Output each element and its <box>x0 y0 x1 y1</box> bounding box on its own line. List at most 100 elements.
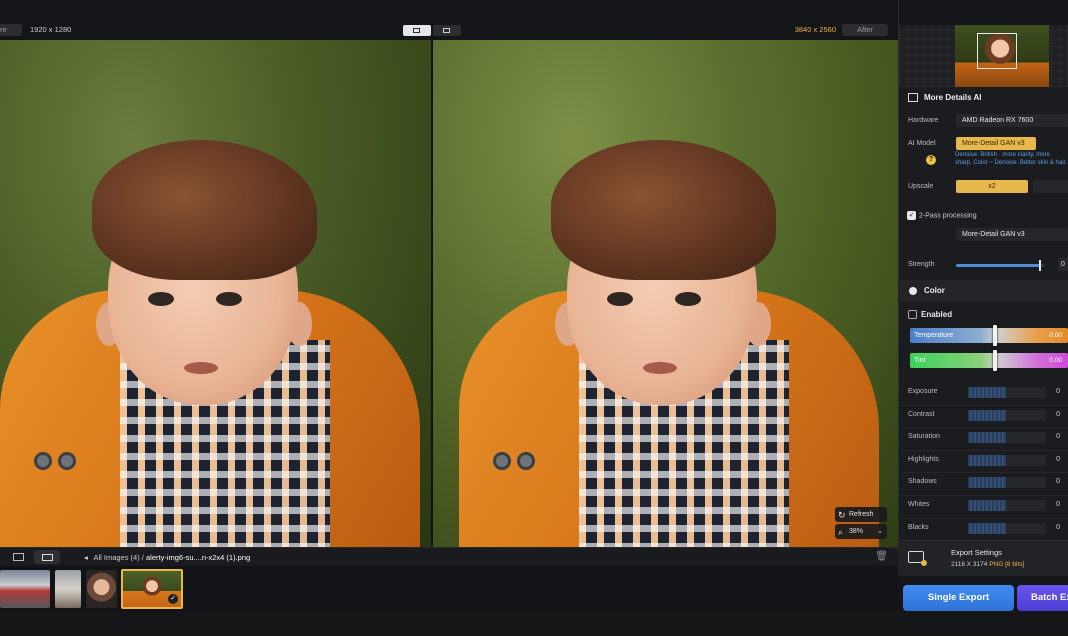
split-view-toggle[interactable] <box>403 25 431 36</box>
color-icon <box>909 287 917 295</box>
adjustment-value[interactable]: 0 <box>1048 388 1060 395</box>
thumbnail-selected[interactable]: ✓ <box>121 569 183 609</box>
more-details-header[interactable]: More Details AI <box>898 89 1068 107</box>
strength-label: Strength <box>908 261 935 268</box>
adjustment-value[interactable]: 0 <box>1048 411 1060 418</box>
single-export-button[interactable]: Single Export <box>903 585 1014 611</box>
ai-model-label: AI Model <box>908 140 936 147</box>
export-format: PNG <box>989 561 1004 568</box>
breadcrumb: ◂ All Images (4) / alerty-img6-su....n-x… <box>84 553 250 562</box>
module-icon <box>908 93 918 102</box>
after-resolution: 3840 x 2560 <box>794 25 836 34</box>
upscale-option[interactable] <box>1033 180 1068 193</box>
breadcrumb-separator: / <box>141 553 144 562</box>
back-arrow-icon[interactable]: ◂ <box>84 553 88 562</box>
before-image-pane[interactable] <box>0 40 431 547</box>
thumbnail[interactable] <box>86 570 117 608</box>
zoom-icon: ⌕ <box>838 527 844 537</box>
help-icon[interactable]: ? <box>926 155 936 165</box>
filmstrip-view-button[interactable] <box>34 550 60 564</box>
tint-handle[interactable] <box>993 350 997 371</box>
adjustment-label: Contrast <box>908 411 935 418</box>
adjustment-label: Shadows <box>908 478 937 485</box>
thumbnail[interactable] <box>0 570 50 608</box>
strength-slider-fill <box>956 264 1040 267</box>
adjustment-value[interactable]: 0 <box>1048 433 1060 440</box>
all-images-link[interactable]: All Images (4) <box>93 553 139 562</box>
export-settings-button[interactable]: Export Settings 2116 X 3174 PNG [8 bits] <box>898 540 1068 576</box>
adjustment-value[interactable]: 0 <box>1048 501 1060 508</box>
adjustment-label: Highlights <box>908 456 939 463</box>
chevron-down-icon: ⌄ <box>877 528 883 535</box>
adjustment-slider[interactable] <box>968 477 1046 488</box>
divider <box>900 405 1068 406</box>
side-by-side-icon <box>443 28 450 33</box>
temperature-slider[interactable]: Temperature 0.00 <box>910 325 1068 346</box>
after-tag[interactable]: After <box>842 24 888 36</box>
module-title: More Details AI <box>924 93 982 102</box>
hardware-label: Hardware <box>908 117 939 124</box>
grid-view-button[interactable] <box>5 550 31 564</box>
split-view-icon <box>413 28 420 33</box>
adjustment-slider[interactable] <box>968 387 1046 398</box>
divider <box>900 427 1068 428</box>
gallery-bar: ◂ All Images (4) / alerty-img6-su....n-x… <box>0 547 898 566</box>
tint-label: Tint <box>914 357 926 364</box>
check-icon: ✓ <box>168 594 178 604</box>
tint-slider[interactable]: Tint 0.00 <box>910 350 1068 371</box>
two-pass-checkbox[interactable]: ✓ 2-Pass processing <box>907 211 977 220</box>
adjustment-label: Exposure <box>908 388 938 395</box>
strength-slider[interactable] <box>956 260 1044 271</box>
adjustment-label: Blacks <box>908 524 929 531</box>
adjustment-value[interactable]: 0 <box>1048 478 1060 485</box>
refresh-button[interactable]: ↻ Refresh <box>835 507 887 522</box>
adjustment-value[interactable]: 0 <box>1048 524 1060 531</box>
temperature-handle[interactable] <box>993 325 997 346</box>
adjustment-slider[interactable] <box>968 455 1046 466</box>
ai-model-select[interactable]: More-Detail GAN v3 <box>956 137 1036 150</box>
color-title: Color <box>924 286 945 295</box>
zoom-value: 38% <box>849 528 864 535</box>
adjustment-slider[interactable] <box>968 523 1046 534</box>
tint-value: 0.00 <box>1049 357 1062 364</box>
export-icon <box>908 551 927 566</box>
two-pass-model-select[interactable]: More-Detail GAN v3 <box>956 228 1068 241</box>
export-settings-summary: 2116 X 3174 PNG [8 bits] <box>951 561 1024 568</box>
adjustment-value[interactable]: 0 <box>1048 456 1060 463</box>
temperature-value: 0.00 <box>1049 332 1062 339</box>
color-header[interactable]: Color <box>898 280 1068 302</box>
adjustment-slider[interactable] <box>968 410 1046 421</box>
thumbnail[interactable] <box>55 570 81 608</box>
export-settings-title: Export Settings <box>951 548 1002 557</box>
refresh-icon: ↻ <box>838 510 846 520</box>
strength-slider-handle[interactable] <box>1038 260 1041 271</box>
grid-view-icon <box>13 553 24 561</box>
divider <box>900 472 1068 473</box>
upscale-label: Upscale <box>908 183 934 190</box>
hardware-select[interactable]: AMD Radeon RX 7600 <box>956 114 1068 127</box>
checkbox-checked-icon: ✓ <box>907 211 916 220</box>
adjustment-slider[interactable] <box>968 500 1046 511</box>
filmstrip-view-icon <box>42 554 53 561</box>
compare-toolbar: re 1920 x 1280 3840 x 2560 After <box>0 0 898 40</box>
side-by-side-toggle[interactable] <box>433 25 461 36</box>
before-tag[interactable]: re <box>0 24 22 36</box>
color-enabled-checkbox[interactable]: Enabled <box>908 310 953 320</box>
upscale-select[interactable]: x2 <box>956 180 1028 193</box>
after-image-pane[interactable] <box>433 40 898 547</box>
before-resolution: 1920 x 1280 <box>30 25 72 34</box>
batch-export-button[interactable]: Batch Ex <box>1017 585 1068 611</box>
export-dimensions: 2116 X 3174 <box>951 561 988 568</box>
strength-value[interactable]: 0 <box>1058 258 1068 271</box>
export-bits: [8 bits] <box>1005 561 1025 568</box>
zoom-dropdown[interactable]: ⌕ 38% ⌄ <box>835 524 887 539</box>
navigator[interactable] <box>899 25 1068 87</box>
status-bar <box>0 612 1068 636</box>
enabled-label: Enabled <box>921 310 953 319</box>
two-pass-label: 2-Pass processing <box>919 212 977 220</box>
navigator-viewport-frame[interactable] <box>977 33 1017 69</box>
panel-header <box>899 0 1068 25</box>
divider <box>900 518 1068 519</box>
trash-icon[interactable]: 🗑 <box>875 551 888 562</box>
adjustment-slider[interactable] <box>968 432 1046 443</box>
